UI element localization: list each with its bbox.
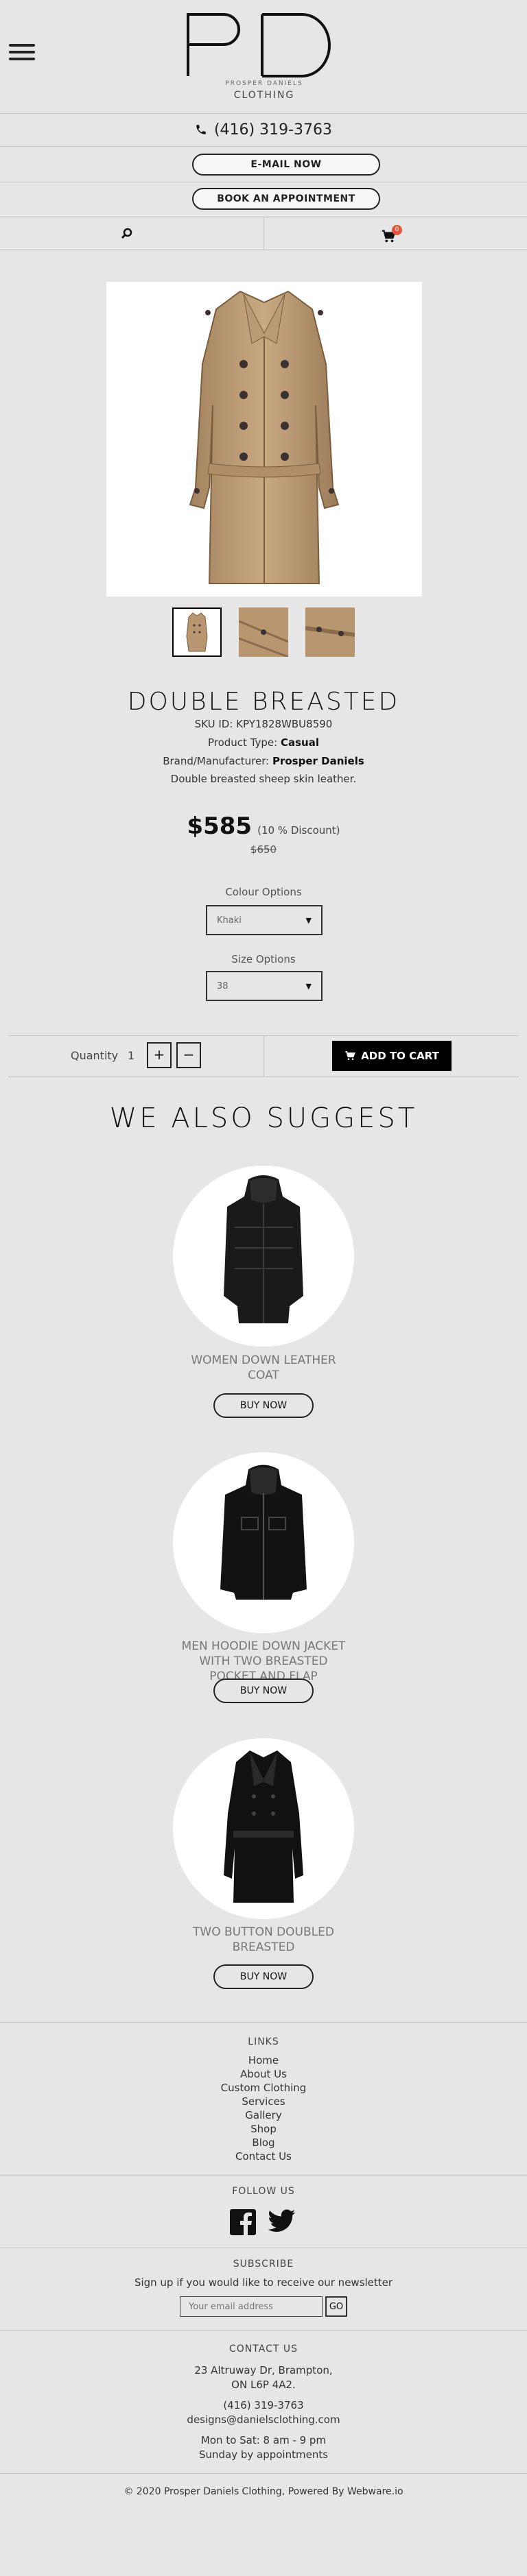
search-icon[interactable] xyxy=(121,228,133,240)
product-type-label: Product Type: xyxy=(207,736,281,749)
suggest-image-2[interactable] xyxy=(173,1452,354,1633)
size-selected-value: 38 xyxy=(217,980,229,991)
suggest-name-2[interactable]: MEN HOODIE DOWN JACKET WITH TWO BREASTED… xyxy=(178,1639,349,1684)
suggest-name-3[interactable]: TWO BUTTON DOUBLED BREASTED xyxy=(178,1925,349,1955)
colour-options-label: Colour Options xyxy=(225,886,302,898)
add-to-cart-label: ADD TO CART xyxy=(361,1050,439,1062)
thumbnail-2[interactable] xyxy=(239,607,288,657)
price-block: $585 (10 % Discount) xyxy=(0,812,527,840)
quantity-value: 1 xyxy=(128,1049,135,1062)
size-options-label: Size Options xyxy=(231,953,296,965)
footer-link-about[interactable]: About Us xyxy=(0,2068,527,2080)
product-type-value: Casual xyxy=(280,736,319,749)
phone-link[interactable]: (416) 319-3763 xyxy=(0,113,527,146)
sku-value: KPY1828WBU8590 xyxy=(236,718,333,730)
phone-icon xyxy=(196,125,206,134)
address-line-2: ON L6P 4A2. xyxy=(231,2379,296,2391)
menu-icon[interactable] xyxy=(9,43,35,62)
product-main-image[interactable] xyxy=(106,282,422,597)
quantity-label: Quantity xyxy=(71,1049,119,1062)
footer-link-custom-clothing[interactable]: Custom Clothing xyxy=(0,2082,527,2094)
footer-link-services[interactable]: Services xyxy=(0,2095,527,2108)
contact-heading: CONTACT US xyxy=(229,2344,298,2355)
suggest-image-1[interactable] xyxy=(173,1166,354,1347)
buy-now-button-1[interactable]: BUY NOW xyxy=(213,1393,314,1418)
email-now-button[interactable]: E-MAIL NOW xyxy=(192,154,380,176)
subscribe-go-button[interactable]: GO xyxy=(325,2296,347,2317)
size-select[interactable]: 38 ▼ xyxy=(206,971,323,1001)
dropdown-arrow-icon: ▼ xyxy=(305,981,312,991)
footer-phone[interactable]: (416) 319-3763 xyxy=(0,2399,527,2411)
subscribe-text: Sign up if you would like to receive our… xyxy=(134,2276,393,2289)
suggest-heading: WE ALSO SUGGEST xyxy=(109,1103,418,1134)
product-description: Double breasted sheep skin leather. xyxy=(170,773,357,785)
colour-selected-value: Khaki xyxy=(217,915,242,926)
suggest-image-3[interactable] xyxy=(173,1738,354,1919)
twitter-icon[interactable] xyxy=(268,2209,296,2235)
follow-heading: FOLLOW US xyxy=(232,2186,295,2197)
brand-line: Brand/Manufacturer: Prosper Daniels xyxy=(0,755,527,767)
logo-subtitle: PROSPER DANIELS xyxy=(225,80,303,87)
address-line-1: 23 Altruway Dr, Brampton, xyxy=(194,2364,333,2376)
footer-email[interactable]: designs@danielsclothing.com xyxy=(0,2414,527,2426)
links-heading: LINKS xyxy=(248,2036,279,2047)
footer-link-gallery[interactable]: Gallery xyxy=(0,2109,527,2121)
thumbnail-1[interactable] xyxy=(172,607,222,657)
subscribe-heading: SUBSCRIBE xyxy=(233,2259,294,2270)
cart-icon xyxy=(345,1051,356,1060)
buy-now-button-3[interactable]: BUY NOW xyxy=(213,1964,314,1989)
brand-label: Brand/Manufacturer: xyxy=(163,755,272,767)
logo-text: CLOTHING xyxy=(233,90,295,101)
footer-link-shop[interactable]: Shop xyxy=(0,2123,527,2135)
discount-label: (10 % Discount) xyxy=(257,824,340,836)
add-to-cart-button[interactable]: ADD TO CART xyxy=(332,1041,452,1071)
old-price: $650 xyxy=(250,843,277,856)
product-type-line: Product Type: Casual xyxy=(0,736,527,749)
brand-value: Prosper Daniels xyxy=(272,755,364,767)
thumbnail-3[interactable] xyxy=(305,607,355,657)
footer-link-home[interactable]: Home xyxy=(0,2054,527,2067)
product-title: DOUBLE BREASTED xyxy=(127,688,400,716)
site-logo[interactable]: PROSPER DANIELS CLOTHING xyxy=(175,10,353,106)
dropdown-arrow-icon: ▼ xyxy=(305,915,312,925)
footer-link-contact[interactable]: Contact Us xyxy=(0,2150,527,2163)
book-appointment-button[interactable]: BOOK AN APPOINTMENT xyxy=(192,188,380,210)
quantity-minus-button[interactable]: − xyxy=(176,1042,201,1068)
hours-line-1: Mon to Sat: 8 am - 9 pm xyxy=(200,2434,327,2446)
copyright: © 2020 Prosper Daniels Clothing, Powered… xyxy=(124,2486,403,2497)
quantity-plus-button[interactable]: + xyxy=(147,1042,172,1068)
buy-now-button-2[interactable]: BUY NOW xyxy=(213,1678,314,1703)
newsletter-email-input[interactable] xyxy=(180,2296,323,2317)
suggest-name-1[interactable]: WOMEN DOWN LEATHER COAT xyxy=(178,1353,349,1383)
sku-label: SKU ID: xyxy=(194,718,237,730)
footer-link-blog[interactable]: Blog xyxy=(0,2136,527,2149)
cart-count-badge: 0 xyxy=(392,225,402,235)
sku-line: SKU ID: KPY1828WBU8590 xyxy=(0,718,527,730)
facebook-icon[interactable] xyxy=(230,2209,256,2235)
phone-number: (416) 319-3763 xyxy=(213,121,333,139)
pd-logo-mark xyxy=(187,13,331,77)
hours-line-2: Sunday by appointments xyxy=(198,2448,329,2461)
current-price: $585 xyxy=(187,812,253,840)
colour-select[interactable]: Khaki ▼ xyxy=(206,905,323,935)
cart-button[interactable]: 0 xyxy=(381,225,404,244)
